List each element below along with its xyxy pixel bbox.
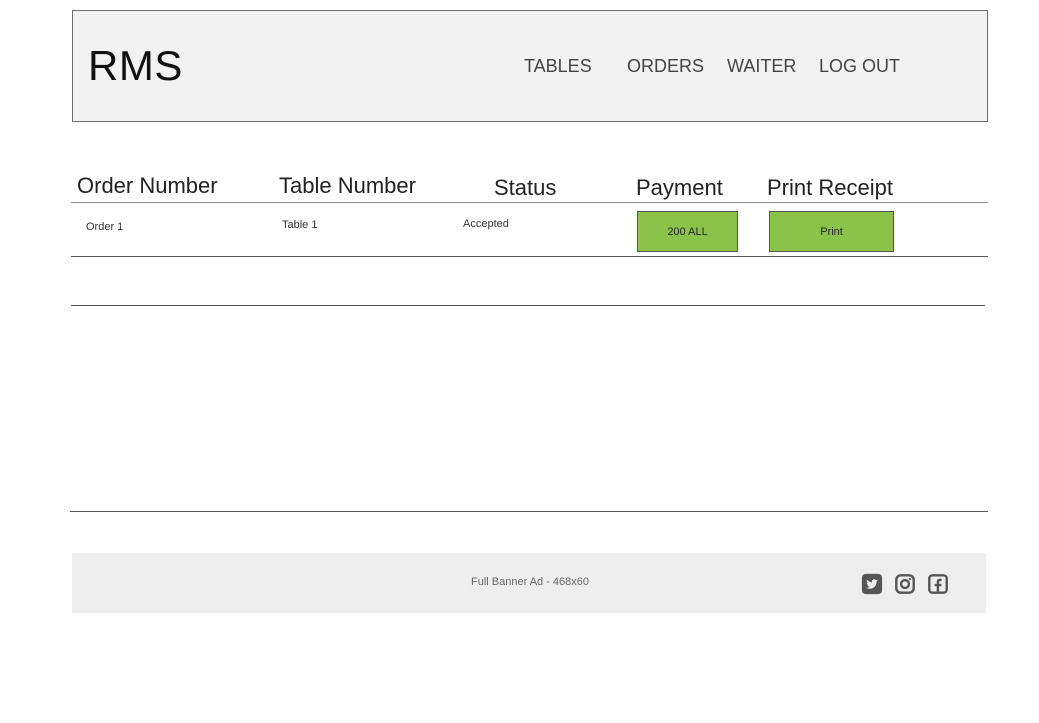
header-bar: RMS TABLES ORDERS WAITER LOG OUT [72, 10, 988, 122]
column-header-print-receipt: Print Receipt [767, 175, 893, 200]
column-header-status: Status [494, 175, 557, 200]
status-cell: Accepted [463, 218, 509, 230]
order-number-cell: Order 1 [86, 221, 124, 233]
twitter-icon[interactable] [861, 573, 883, 595]
column-header-table-number: Table Number [279, 173, 416, 198]
column-header-payment: Payment [636, 175, 723, 200]
instagram-icon[interactable] [894, 573, 916, 595]
row-divider [71, 256, 988, 257]
nav-tables[interactable]: TABLES [524, 55, 592, 77]
content-bottom-divider [70, 511, 988, 512]
app-logo[interactable]: RMS [88, 41, 183, 91]
table-bottom-divider [71, 305, 985, 306]
facebook-icon[interactable] [927, 573, 949, 595]
footer-bar: Full Banner Ad - 468x60 [72, 553, 986, 613]
nav-waiter[interactable]: WAITER [727, 55, 796, 77]
nav-orders[interactable]: ORDERS [627, 55, 704, 77]
table-number-cell: Table 1 [282, 219, 318, 231]
banner-ad-placeholder[interactable]: Full Banner Ad - 468x60 [471, 576, 589, 588]
nav-logout[interactable]: LOG OUT [819, 55, 900, 77]
print-receipt-button[interactable]: Print [769, 211, 894, 252]
header-divider [71, 202, 988, 203]
payment-button[interactable]: 200 ALL [637, 211, 738, 252]
column-header-order-number: Order Number [77, 173, 218, 198]
